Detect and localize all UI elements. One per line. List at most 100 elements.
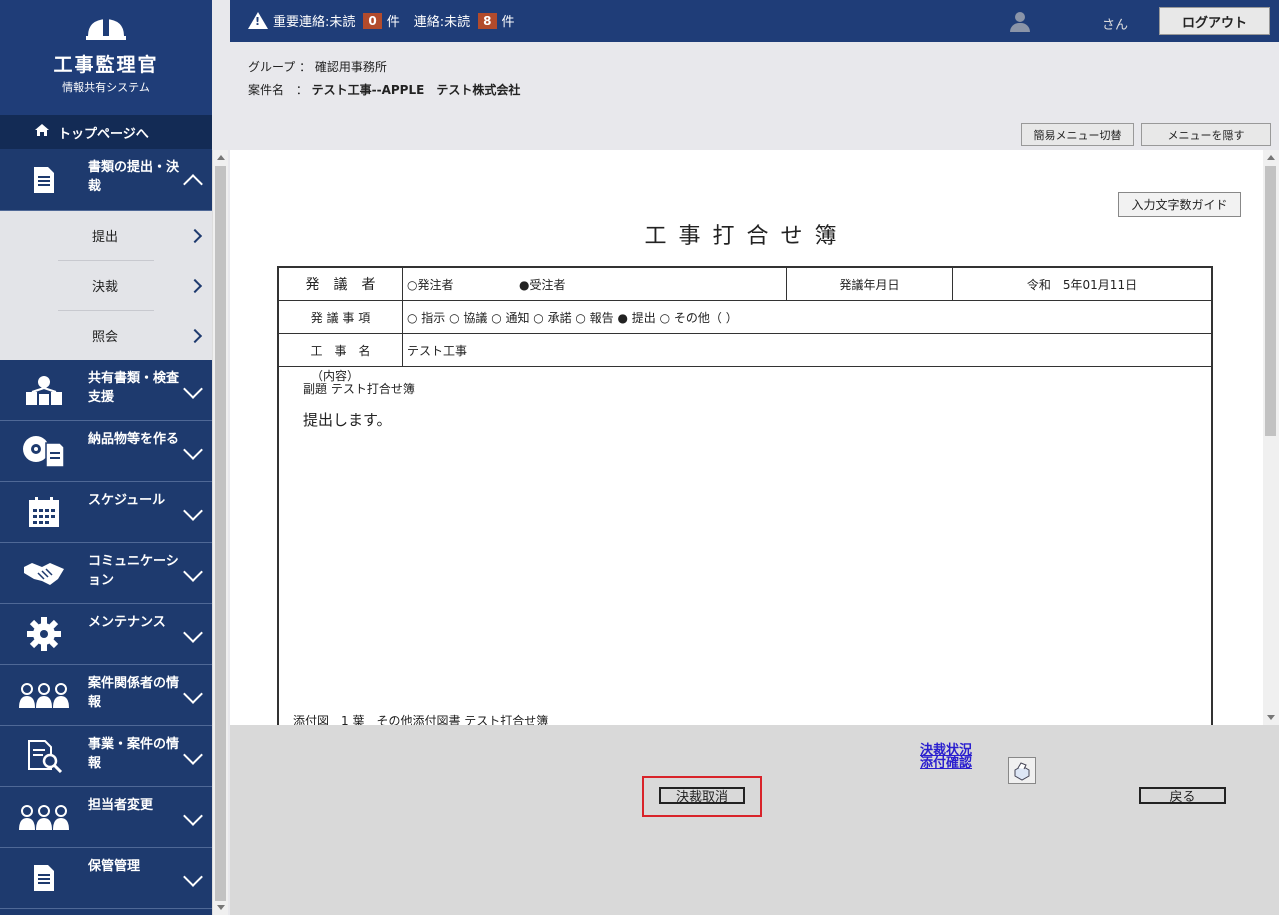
document-title: 工事打合せ簿 xyxy=(644,224,849,249)
home-icon xyxy=(34,123,50,141)
project-value: テスト工事--APPLE テスト株式会社 xyxy=(311,83,521,97)
sidebar-scrollbar[interactable] xyxy=(212,150,228,915)
attachment-check-label: 添付確認 xyxy=(920,756,973,771)
proposer-row: 発 議 者 ○発注者 ●受注者 発議年月日 令和 5年01月11日 xyxy=(279,268,1211,301)
unit-label: 件 xyxy=(501,15,515,30)
approval-status-link[interactable]: 決裁状況 添付確認 xyxy=(920,744,972,770)
top-bar: 重要連絡:未読 0 件 連絡:未読 8 件 さん ログアウト xyxy=(230,0,1279,42)
app-title: 工事監理官 xyxy=(53,54,159,76)
proposer-options: ○発注者 ●受注者 xyxy=(403,268,787,300)
top-page-label: トップページへ xyxy=(58,126,149,142)
nav-communication[interactable]: コミュニケーション xyxy=(0,543,212,604)
char-count-guide-button[interactable]: 入力文字数ガイド xyxy=(1118,192,1241,217)
warning-icon xyxy=(248,12,268,29)
app-logo[interactable]: 工事監理官 情報共有システム xyxy=(0,0,212,115)
document-archive-icon xyxy=(0,863,88,893)
scrollbar-thumb[interactable] xyxy=(1265,166,1276,436)
hide-menu-button[interactable]: メニューを隠す xyxy=(1141,123,1271,146)
chevron-up-icon xyxy=(183,174,203,194)
nav-schedule-label: スケジュール xyxy=(88,493,166,508)
share-network-icon xyxy=(0,374,88,406)
app-subtitle: 情報共有システム xyxy=(62,81,150,94)
proposer-label: 発 議 者 xyxy=(279,268,403,300)
meeting-record-table: 発 議 者 ○発注者 ●受注者 発議年月日 令和 5年01月11日 発 議 事 … xyxy=(277,266,1213,725)
nav-project-info[interactable]: 事業・案件の情報 xyxy=(0,726,212,787)
nav-maintenance-label: メンテナンス xyxy=(88,615,166,630)
nav-maintenance[interactable]: メンテナンス xyxy=(0,604,212,665)
matter-label: 発 議 事 項 xyxy=(279,301,403,333)
subnav-inquiry-label: 照会 xyxy=(92,330,119,345)
subnav-submit[interactable]: 提出 xyxy=(0,211,212,260)
contact-unread-label: 連絡:未読 xyxy=(413,15,471,30)
documents-submenu: 提出 決裁 照会 xyxy=(0,211,212,360)
people-icon xyxy=(0,681,88,709)
important-unread-label: 重要連絡:未読 xyxy=(273,15,356,30)
user-name: さん xyxy=(1102,18,1129,33)
subnav-inquiry[interactable]: 照会 xyxy=(0,311,212,360)
group-label: グループ xyxy=(248,60,296,74)
back-button[interactable]: 戻る xyxy=(1139,787,1226,805)
scroll-up-arrow-icon[interactable] xyxy=(1267,155,1275,160)
document-icon xyxy=(0,165,88,195)
simple-menu-toggle-button[interactable]: 簡易メニュー切替 xyxy=(1021,123,1134,146)
scroll-up-arrow-icon[interactable] xyxy=(217,155,225,160)
nav-person-change[interactable]: 担当者変更 xyxy=(0,787,212,848)
attachment-text: 添付図 1 葉 その他添付図書 テスト打合せ簿 xyxy=(293,714,549,725)
body-text: 提出します。 xyxy=(303,411,392,429)
top-page-link[interactable]: トップページへ xyxy=(0,115,212,149)
chevron-down-icon xyxy=(183,501,203,521)
subnav-submit-label: 提出 xyxy=(92,230,119,245)
group-row: グループ ： 確認用事務所 xyxy=(248,60,387,74)
important-count-badge: 0 xyxy=(363,12,382,29)
nav-schedule[interactable]: スケジュール xyxy=(0,482,212,543)
nav-documents[interactable]: 書類の提出・決裁 xyxy=(0,149,212,211)
subject-text: 副題 テスト打合せ簿 xyxy=(303,382,415,396)
project-row: 案件名 ： テスト工事--APPLE テスト株式会社 xyxy=(248,83,521,97)
document-search-icon xyxy=(0,739,88,773)
chevron-down-icon xyxy=(183,867,203,887)
contact-count-badge: 8 xyxy=(478,12,497,29)
option-orderer[interactable]: ○発注者 xyxy=(407,276,519,293)
logout-button[interactable]: ログアウト xyxy=(1159,7,1270,35)
people-swap-icon xyxy=(0,803,88,831)
chevron-down-icon xyxy=(183,379,203,399)
option-contractor[interactable]: ●受注者 xyxy=(519,276,565,293)
nav-shared-documents-label: 共有書類・検査支援 xyxy=(88,371,180,405)
matter-options: ○ 指示 ○ 協議 ○ 通知 ○ 承諾 ○ 報告 ● 提出 ○ その他（ ） xyxy=(407,310,738,325)
project-label: 案件名 xyxy=(248,83,285,97)
chevron-down-icon xyxy=(183,806,203,826)
subnav-approve[interactable]: 決裁 xyxy=(0,261,212,310)
cancel-approval-button[interactable]: 決裁取消 xyxy=(659,787,745,805)
scroll-down-arrow-icon[interactable] xyxy=(217,905,225,910)
unread-notifications[interactable]: 重要連絡:未読 0 件 連絡:未読 8 件 xyxy=(248,11,515,30)
nav-storage-label: 保管管理 xyxy=(88,859,141,874)
construction-name-label: 工 事 名 xyxy=(279,334,403,366)
scrollbar-thumb[interactable] xyxy=(215,166,226,901)
nav-deliverables[interactable]: 納品物等を作る xyxy=(0,421,212,482)
chevron-down-icon xyxy=(183,562,203,582)
date-value: 令和 5年01月11日 xyxy=(1026,277,1138,292)
nav-communication-label: コミュニケーション xyxy=(88,554,179,588)
gear-icon xyxy=(0,616,88,652)
user-icon xyxy=(1010,12,1030,32)
nav-person-change-label: 担当者変更 xyxy=(88,798,154,813)
construction-name-value: テスト工事 xyxy=(407,343,468,358)
scroll-down-arrow-icon[interactable] xyxy=(1267,715,1275,720)
nav-storage[interactable]: 保管管理 xyxy=(0,848,212,909)
nav-shared-documents[interactable]: 共有書類・検査支援 xyxy=(0,360,212,421)
construction-name-row: 工 事 名 テスト工事 xyxy=(279,334,1211,367)
sidebar: 工事監理官 情報共有システム トップページへ 書類の提出・決裁 提出 決裁 照会… xyxy=(0,0,212,915)
chevron-down-icon xyxy=(183,745,203,765)
subnav-approve-label: 決裁 xyxy=(92,280,119,295)
document-scrollbar[interactable] xyxy=(1263,150,1279,725)
nav-stakeholders-label: 案件関係者の情報 xyxy=(88,676,180,710)
action-area: 決裁状況 添付確認 決裁取消 戻る xyxy=(230,725,1279,915)
unit-label: 件 xyxy=(386,15,400,30)
nav-stakeholders[interactable]: 案件関係者の情報 xyxy=(0,665,212,726)
nav-deliverables-label: 納品物等を作る xyxy=(88,432,180,447)
chevron-down-icon xyxy=(183,623,203,643)
content-area: （内容） 副題 テスト打合せ簿 提出します。 添付図 1 葉 その他添付図書 テ… xyxy=(279,367,1211,725)
print-button[interactable] xyxy=(1008,757,1036,784)
calendar-icon xyxy=(0,496,88,528)
chevron-down-icon xyxy=(183,684,203,704)
